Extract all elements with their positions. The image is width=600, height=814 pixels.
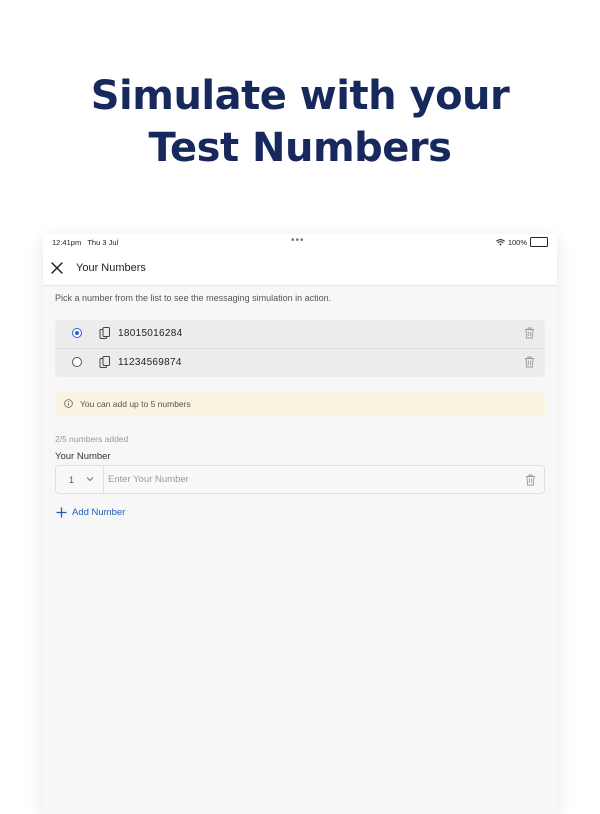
nav-bar: Your Numbers <box>43 251 557 286</box>
info-text: You can add up to 5 numbers <box>80 399 191 409</box>
info-icon <box>64 399 73 408</box>
phone-device-icon <box>99 356 110 368</box>
status-date-value: Thu 3 Jul <box>87 238 119 247</box>
status-time: 12:41pm Thu 3 Jul <box>52 238 118 247</box>
radio-unselected[interactable] <box>72 357 82 367</box>
phone-device-icon <box>99 327 110 339</box>
headline-line-2: Test Numbers <box>148 125 452 171</box>
status-bar: 12:41pm Thu 3 Jul ••• 100% <box>43 234 557 251</box>
numbers-count: 2/5 numbers added <box>55 434 129 444</box>
close-icon[interactable] <box>50 261 64 275</box>
info-banner: You can add up to 5 numbers <box>55 391 545 416</box>
field-label: Your Number <box>55 451 111 462</box>
status-time-value: 12:41pm <box>52 238 82 247</box>
country-code-select[interactable]: 1 <box>56 466 104 493</box>
radio-selected[interactable] <box>72 328 82 338</box>
headline-line-1: Simulate with your <box>90 73 510 119</box>
number-value: 11234569874 <box>118 357 182 368</box>
number-value: 18015016284 <box>118 328 183 339</box>
numbers-list: 18015016284 11234569874 <box>55 320 545 377</box>
number-row[interactable]: 18015016284 <box>55 320 545 348</box>
battery-icon <box>530 237 548 247</box>
page-title: Your Numbers <box>76 262 146 274</box>
delete-icon[interactable] <box>524 356 535 368</box>
device-screen: 12:41pm Thu 3 Jul ••• 100% Your Numbers … <box>43 234 557 814</box>
status-indicators: 100% <box>495 237 548 247</box>
multitask-dots-icon[interactable]: ••• <box>291 235 305 246</box>
country-code-value: 1 <box>69 475 75 485</box>
delete-icon[interactable] <box>524 327 535 339</box>
plus-icon <box>56 507 67 518</box>
add-number-label: Add Number <box>72 507 126 518</box>
number-field: 1 <box>55 465 545 494</box>
delete-icon[interactable] <box>525 474 536 486</box>
battery-percent: 100% <box>507 237 527 247</box>
chevron-down-icon <box>86 477 94 482</box>
wifi-icon <box>495 238 505 246</box>
number-row[interactable]: 11234569874 <box>55 348 545 377</box>
intro-text: Pick a number from the list to see the m… <box>55 293 332 303</box>
add-number-button[interactable]: Add Number <box>56 507 125 518</box>
headline: Simulate with your Test Numbers <box>0 70 600 174</box>
phone-number-input[interactable] <box>108 470 508 489</box>
